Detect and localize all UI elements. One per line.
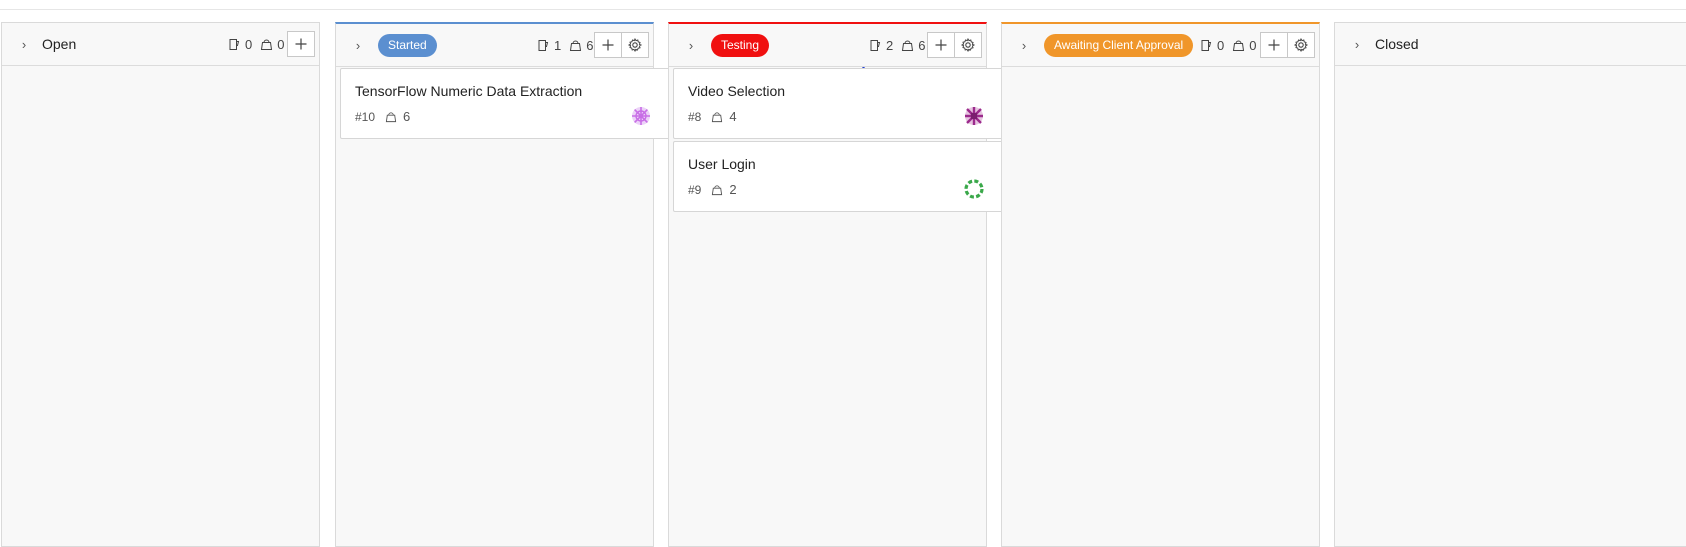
- column-counts: 1 6: [537, 24, 601, 66]
- issue-number: #9: [688, 182, 702, 197]
- chevron-right-icon[interactable]: ›: [681, 38, 701, 53]
- card-title: Video Selection: [688, 83, 786, 99]
- gear-icon: [961, 38, 975, 52]
- issue-card[interactable]: Video Selection #8 4: [673, 68, 1006, 139]
- column-header: › Testing 2 6: [669, 24, 986, 67]
- chevron-right-icon[interactable]: ›: [1347, 37, 1367, 52]
- column-counts: 0 0: [1200, 24, 1264, 66]
- issue-card[interactable]: User Login #9 2: [673, 141, 1006, 212]
- column-started: › Started 1 6 TensorFlow Numeric Data Ex: [335, 22, 673, 547]
- points-count: 6: [569, 38, 593, 53]
- status-pill: Started: [378, 33, 437, 57]
- card-meta: #10 6: [355, 109, 410, 124]
- mug-icon: [229, 38, 240, 50]
- column-counts: 2 6: [869, 24, 933, 66]
- card-meta: #8 4: [688, 109, 737, 124]
- column-testing: › Testing 2 6 Video Selection #8 4 User …: [668, 22, 1006, 547]
- plus-icon: [1268, 39, 1280, 51]
- column-open: › Open 0 0: [1, 22, 320, 547]
- points-count: 6: [901, 38, 925, 53]
- estimate: 4: [729, 109, 737, 124]
- avatar: [965, 107, 983, 125]
- weight-icon: [385, 111, 397, 122]
- column-header: › Open 0 0: [2, 23, 319, 66]
- top-bar: [0, 0, 1686, 10]
- column-header: › Closed: [1335, 23, 1686, 66]
- column-settings-button[interactable]: [954, 32, 982, 58]
- column-header: › Started 1 6: [336, 24, 653, 67]
- card-title: TensorFlow Numeric Data Extraction: [355, 83, 583, 99]
- weight-icon: [712, 111, 723, 122]
- issue-count: 0: [228, 37, 252, 52]
- gear-icon: [628, 38, 642, 52]
- column-title: Closed: [1375, 36, 1419, 52]
- issue-number: #10: [355, 109, 376, 124]
- issue-card[interactable]: TensorFlow Numeric Data Extraction #10 6: [340, 68, 673, 139]
- column-counts: 0 0: [228, 23, 292, 65]
- card-title: User Login: [688, 156, 756, 172]
- column-settings-button[interactable]: [1287, 32, 1315, 58]
- issue-number: #8: [688, 109, 702, 124]
- issue-count: 0: [1200, 38, 1224, 53]
- plus-icon: [295, 38, 307, 50]
- estimate: 2: [729, 182, 737, 197]
- mug-icon: [538, 39, 549, 51]
- points-count: 0: [260, 37, 284, 52]
- chevron-right-icon[interactable]: ›: [14, 37, 34, 52]
- card-meta: #9 2: [688, 182, 737, 197]
- column-closed: › Closed: [1334, 22, 1686, 547]
- issue-count: 2: [869, 38, 893, 53]
- add-card-button[interactable]: [594, 32, 622, 58]
- column-title: Open: [42, 36, 77, 52]
- gear-icon: [1294, 38, 1308, 52]
- column-settings-button[interactable]: [621, 32, 649, 58]
- status-pill: Awaiting Client Approval: [1044, 33, 1194, 57]
- add-card-button[interactable]: [287, 31, 315, 57]
- mug-icon: [870, 39, 881, 51]
- weight-icon: [902, 40, 914, 51]
- kanban-board: › Open 0 0 › Started 1 6 TensorFlow Nume…: [0, 22, 1686, 547]
- points-count: 0: [1232, 38, 1256, 53]
- avatar: [632, 107, 650, 125]
- add-card-button[interactable]: [927, 32, 955, 58]
- issue-count: 1: [537, 38, 561, 53]
- plus-icon: [935, 39, 947, 51]
- column-awaiting-client-approval: › Awaiting Client Approval 0 0: [1001, 22, 1320, 547]
- status-pill: Testing: [711, 33, 770, 57]
- weight-icon: [261, 39, 273, 50]
- weight-icon: [570, 40, 582, 51]
- chevron-right-icon[interactable]: ›: [348, 38, 368, 53]
- column-header: › Awaiting Client Approval 0 0: [1002, 24, 1319, 67]
- mug-icon: [1201, 39, 1212, 51]
- add-card-button[interactable]: [1260, 32, 1288, 58]
- estimate: 6: [403, 109, 411, 124]
- plus-icon: [602, 39, 614, 51]
- weight-icon: [712, 184, 723, 195]
- weight-icon: [1233, 40, 1245, 51]
- avatar: [964, 179, 984, 199]
- chevron-right-icon[interactable]: ›: [1014, 38, 1034, 53]
